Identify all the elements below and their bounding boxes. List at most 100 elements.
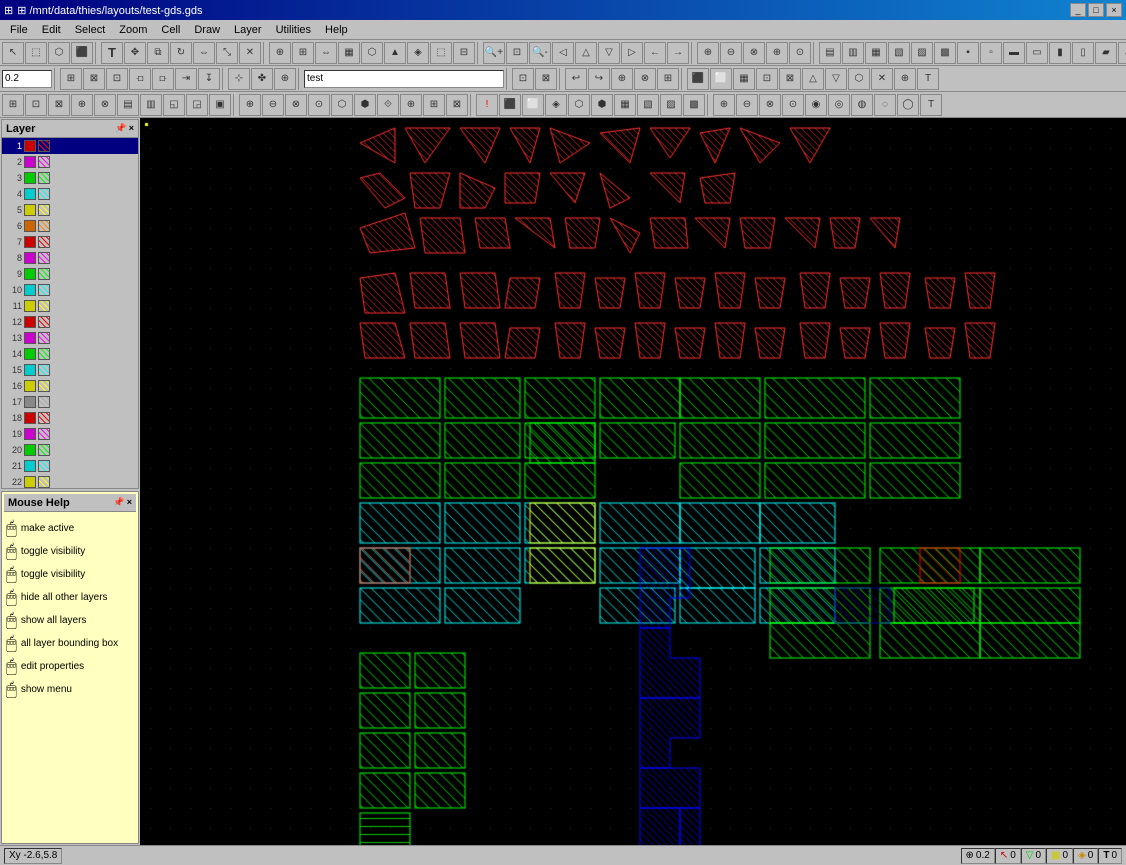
tb3-14[interactable]: ⊙ [308, 94, 330, 116]
tb3-24[interactable]: ◈ [545, 94, 567, 116]
tool-c9[interactable]: ▬ [1003, 42, 1025, 64]
extra-btn2[interactable]: ⬜ [710, 68, 732, 90]
grid-btn5[interactable]: ⟥ [152, 68, 174, 90]
grid-btn1[interactable]: ⊞ [60, 68, 82, 90]
extra-btn6[interactable]: △ [802, 68, 824, 90]
layer-row-1[interactable]: 1 [2, 138, 138, 154]
snap-btn3[interactable]: ⊕ [274, 68, 296, 90]
menu-draw[interactable]: Draw [188, 22, 226, 38]
extra-btn11[interactable]: T [917, 68, 939, 90]
tool-measure[interactable]: ⇔ [315, 42, 337, 64]
layer-row-17[interactable]: 17 [2, 394, 138, 410]
minimize-button[interactable]: _ [1070, 3, 1086, 17]
tb3-13[interactable]: ⊗ [285, 94, 307, 116]
tb3-15[interactable]: ⬡ [331, 94, 353, 116]
tb3-6[interactable]: ▤ [117, 94, 139, 116]
cell-btn2[interactable]: ⊠ [535, 68, 557, 90]
cell-name-input[interactable] [304, 70, 504, 88]
tool-z4[interactable]: ⊕ [766, 42, 788, 64]
tool-c2[interactable]: ▥ [842, 42, 864, 64]
tool-c4[interactable]: ▧ [888, 42, 910, 64]
tb3-8[interactable]: ◱ [163, 94, 185, 116]
tb3-39[interactable]: ◯ [897, 94, 919, 116]
tool-c3[interactable]: ▦ [865, 42, 887, 64]
tool-c7[interactable]: ▪ [957, 42, 979, 64]
tool-z5[interactable]: ⊙ [789, 42, 811, 64]
tool-text[interactable]: T [101, 42, 123, 64]
extra-btn8[interactable]: ⬡ [848, 68, 870, 90]
layer-panel-pin[interactable]: 📌 × [115, 123, 134, 134]
menu-file[interactable]: File [4, 22, 34, 38]
cell-btn1[interactable]: ⊡ [512, 68, 534, 90]
tool-z2[interactable]: ⊖ [720, 42, 742, 64]
tool-b4[interactable]: ◈ [407, 42, 429, 64]
grid-btn6[interactable]: ⇥ [175, 68, 197, 90]
canvas-area[interactable] [140, 118, 1126, 845]
tool-move[interactable]: ✥ [124, 42, 146, 64]
layer-row-21[interactable]: 21 [2, 458, 138, 474]
layer-row-3[interactable]: 3 [2, 170, 138, 186]
layer-row-8[interactable]: 8 [2, 250, 138, 266]
tb3-20[interactable]: ⊠ [446, 94, 468, 116]
tool-back[interactable]: ← [644, 42, 666, 64]
tool-pan-down[interactable]: ▽ [598, 42, 620, 64]
grid-btn4[interactable]: ⟤ [129, 68, 151, 90]
tool-b2[interactable]: ⬡ [361, 42, 383, 64]
tool-mirror[interactable]: ⇔ [193, 42, 215, 64]
tool-c10[interactable]: ▭ [1026, 42, 1048, 64]
grid-btn2[interactable]: ⊠ [83, 68, 105, 90]
tb3-34[interactable]: ⊙ [782, 94, 804, 116]
tb3-38[interactable]: ◌ [874, 94, 896, 116]
layer-row-5[interactable]: 5 [2, 202, 138, 218]
menu-help[interactable]: Help [319, 22, 354, 38]
edit-btn5[interactable]: ⊞ [657, 68, 679, 90]
layer-row-4[interactable]: 4 [2, 186, 138, 202]
menu-edit[interactable]: Edit [36, 22, 67, 38]
tool-snap[interactable]: ⊕ [269, 42, 291, 64]
layer-row-22[interactable]: 22 [2, 474, 138, 488]
tb3-37[interactable]: ◍ [851, 94, 873, 116]
extra-btn9[interactable]: ✕ [871, 68, 893, 90]
layer-row-7[interactable]: 7 [2, 234, 138, 250]
gds-canvas[interactable] [140, 118, 1126, 845]
layer-row-12[interactable]: 12 [2, 314, 138, 330]
tool-pan-left[interactable]: ◁ [552, 42, 574, 64]
tb3-11[interactable]: ⊕ [239, 94, 261, 116]
tb3-10[interactable]: ▣ [209, 94, 231, 116]
tool-c5[interactable]: ▨ [911, 42, 933, 64]
tb3-1[interactable]: ⊞ [2, 94, 24, 116]
extra-btn5[interactable]: ⊠ [779, 68, 801, 90]
tb3-2[interactable]: ⊡ [25, 94, 47, 116]
tb3-4[interactable]: ⊕ [71, 94, 93, 116]
tool-c6[interactable]: ▩ [934, 42, 956, 64]
tb3-3[interactable]: ⊠ [48, 94, 70, 116]
tool-forward[interactable]: → [667, 42, 689, 64]
layer-row-15[interactable]: 15 [2, 362, 138, 378]
layer-row-9[interactable]: 9 [2, 266, 138, 282]
tool-z1[interactable]: ⊕ [697, 42, 719, 64]
tool-rotate[interactable]: ↻ [170, 42, 192, 64]
menu-layer[interactable]: Layer [228, 22, 268, 38]
grid-btn3[interactable]: ⊡ [106, 68, 128, 90]
tb3-18[interactable]: ⊕ [400, 94, 422, 116]
close-button[interactable]: × [1106, 3, 1122, 17]
tool-zoom-in[interactable]: 🔍+ [483, 42, 505, 64]
tb3-32[interactable]: ⊖ [736, 94, 758, 116]
layer-row-16[interactable]: 16 [2, 378, 138, 394]
tb3-31[interactable]: ⊕ [713, 94, 735, 116]
edit-btn3[interactable]: ⊕ [611, 68, 633, 90]
tb3-7[interactable]: ▥ [140, 94, 162, 116]
tool-pan-right[interactable]: ▷ [621, 42, 643, 64]
tool-zoom-out[interactable]: 🔍- [529, 42, 551, 64]
layer-row-2[interactable]: 2 [2, 154, 138, 170]
tool-c12[interactable]: ▯ [1072, 42, 1094, 64]
maximize-button[interactable]: □ [1088, 3, 1104, 17]
edit-btn2[interactable]: ↪ [588, 68, 610, 90]
tb3-17[interactable]: ⟐ [377, 94, 399, 116]
tool-delete[interactable]: ✕ [239, 42, 261, 64]
tool-c11[interactable]: ▮ [1049, 42, 1071, 64]
tool-arrow[interactable]: ↖ [2, 42, 24, 64]
layer-row-11[interactable]: 11 [2, 298, 138, 314]
tb3-23[interactable]: ⬜ [522, 94, 544, 116]
tool-resize[interactable]: ⤡ [216, 42, 238, 64]
